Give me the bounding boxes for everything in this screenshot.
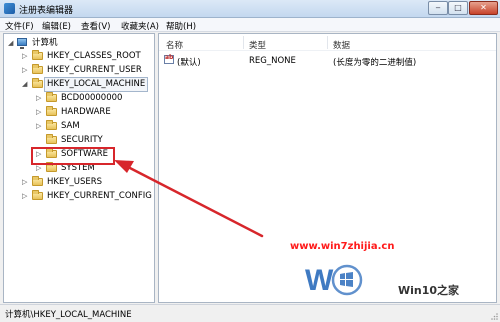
menu-bar: 文件(F) 编辑(E) 查看(V) 收藏夹(A) 帮助(H) bbox=[0, 18, 500, 32]
watermark-text-2: Win10之家 bbox=[398, 284, 460, 297]
collapsed-arrow-icon[interactable]: ▷ bbox=[36, 94, 44, 103]
folder-icon bbox=[46, 120, 57, 130]
tree-item-hkey-classes-root[interactable]: ▷ HKEY_CLASSES_ROOT bbox=[4, 50, 154, 63]
expanded-arrow-icon[interactable]: ◢ bbox=[22, 80, 30, 89]
tree-item-label: SECURITY bbox=[61, 135, 103, 145]
resize-grip-icon[interactable] bbox=[490, 312, 498, 320]
registry-tree[interactable]: ◢ 计算机 ▷ HKEY_CLASSES_ROOT ▷ HKEY_CURRENT… bbox=[3, 33, 155, 303]
tree-item-security[interactable]: SECURITY bbox=[4, 134, 154, 147]
maximize-button[interactable]: □ bbox=[448, 1, 468, 15]
header-divider bbox=[159, 50, 496, 51]
value-name: (默认) bbox=[177, 58, 201, 68]
tree-item-bcd[interactable]: ▷ BCD00000000 bbox=[4, 92, 154, 105]
tree-item-label: SAM bbox=[61, 121, 80, 131]
tree-item-label: BCD00000000 bbox=[61, 93, 123, 103]
value-data: (长度为零的二进制值) bbox=[333, 58, 417, 68]
tree-item-hkey-current-config[interactable]: ▷ HKEY_CURRENT_CONFIG bbox=[4, 190, 154, 203]
expanded-arrow-icon[interactable]: ◢ bbox=[8, 39, 16, 48]
collapsed-arrow-icon[interactable]: ▷ bbox=[36, 164, 44, 173]
menu-file[interactable]: 文件(F) bbox=[5, 20, 34, 32]
folder-icon bbox=[32, 64, 43, 74]
tree-item-label: HARDWARE bbox=[61, 107, 111, 117]
menu-view[interactable]: 查看(V) bbox=[81, 20, 110, 32]
menu-edit[interactable]: 编辑(E) bbox=[42, 20, 71, 32]
minimize-button[interactable]: ‒ bbox=[428, 1, 448, 15]
open-folder-icon bbox=[32, 78, 43, 88]
collapsed-arrow-icon[interactable]: ▷ bbox=[36, 122, 44, 131]
svg-text:W: W bbox=[305, 264, 334, 297]
watermark-logo-icon: W bbox=[305, 264, 363, 297]
close-button[interactable]: ✕ bbox=[469, 1, 498, 15]
folder-icon bbox=[32, 190, 43, 200]
value-type: REG_NONE bbox=[249, 56, 296, 66]
folder-icon bbox=[46, 162, 57, 172]
tree-item-hkey-local-machine[interactable]: ◢ HKEY_LOCAL_MACHINE bbox=[4, 77, 154, 92]
tree-item-hardware[interactable]: ▷ HARDWARE bbox=[4, 106, 154, 119]
registry-value-icon: ab bbox=[164, 54, 174, 64]
window-title: 注册表编辑器 bbox=[19, 6, 74, 16]
menu-help[interactable]: 帮助(H) bbox=[166, 20, 196, 32]
collapsed-arrow-icon[interactable]: ▷ bbox=[22, 52, 30, 61]
collapsed-arrow-icon[interactable]: ▷ bbox=[22, 192, 30, 201]
tree-item-hkey-users[interactable]: ▷ HKEY_USERS bbox=[4, 176, 154, 189]
collapsed-arrow-icon[interactable]: ▷ bbox=[36, 108, 44, 117]
tree-item-hkey-current-user[interactable]: ▷ HKEY_CURRENT_USER bbox=[4, 64, 154, 77]
collapsed-arrow-icon[interactable]: ▷ bbox=[22, 66, 30, 75]
tree-item-label: HKEY_LOCAL_MACHINE bbox=[43, 77, 149, 92]
tree-item-label: 计算机 bbox=[32, 38, 58, 48]
tree-item-label: HKEY_CLASSES_ROOT bbox=[47, 51, 141, 61]
computer-icon bbox=[17, 38, 27, 49]
folder-icon bbox=[46, 106, 57, 116]
menu-favorites[interactable]: 收藏夹(A) bbox=[121, 20, 159, 32]
tree-item-label: HKEY_CURRENT_CONFIG bbox=[47, 191, 152, 201]
watermark-text: www.win7zhijia.cn bbox=[290, 241, 395, 252]
tree-item-label: HKEY_CURRENT_USER bbox=[47, 65, 142, 75]
column-separator[interactable] bbox=[327, 36, 328, 49]
collapsed-arrow-icon[interactable]: ▷ bbox=[22, 178, 30, 187]
column-separator[interactable] bbox=[243, 36, 244, 49]
regedit-app-icon bbox=[4, 3, 15, 14]
tree-item-label: HKEY_USERS bbox=[47, 177, 103, 187]
folder-icon bbox=[32, 50, 43, 60]
folder-icon bbox=[46, 92, 57, 102]
title-bar: 注册表编辑器 ‒ □ ✕ bbox=[0, 0, 500, 18]
status-path: 计算机\HKEY_LOCAL_MACHINE bbox=[5, 310, 132, 320]
tree-item-sam[interactable]: ▷ SAM bbox=[4, 120, 154, 133]
status-bar: 计算机\HKEY_LOCAL_MACHINE bbox=[0, 304, 500, 322]
annotation-highlight-box bbox=[31, 147, 115, 165]
tree-item-computer[interactable]: ◢ 计算机 bbox=[4, 37, 154, 50]
folder-icon bbox=[32, 176, 43, 186]
folder-icon bbox=[46, 134, 57, 144]
